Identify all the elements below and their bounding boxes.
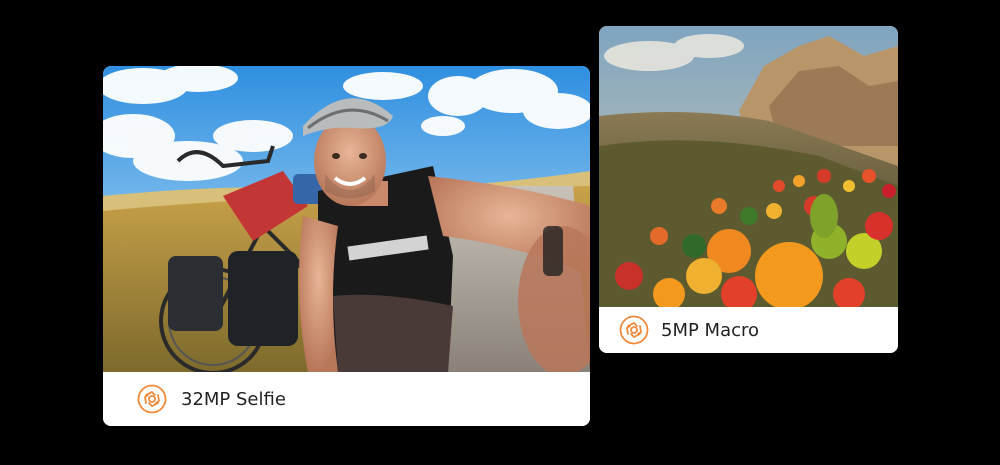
selfie-card: 32MP Selfie	[103, 66, 590, 426]
cyclist-selfie-photo	[103, 66, 590, 372]
selfie-caption: 32MP Selfie	[103, 372, 590, 426]
macro-fruit-landscape-photo	[599, 26, 898, 307]
macro-card: 5MP Macro	[599, 26, 898, 353]
caption-label: 32MP Selfie	[181, 388, 286, 410]
camera-lens-icon	[619, 315, 649, 345]
caption-label: 5MP Macro	[661, 319, 760, 341]
macro-caption: 5MP Macro	[599, 307, 898, 353]
camera-lens-icon	[137, 384, 167, 414]
